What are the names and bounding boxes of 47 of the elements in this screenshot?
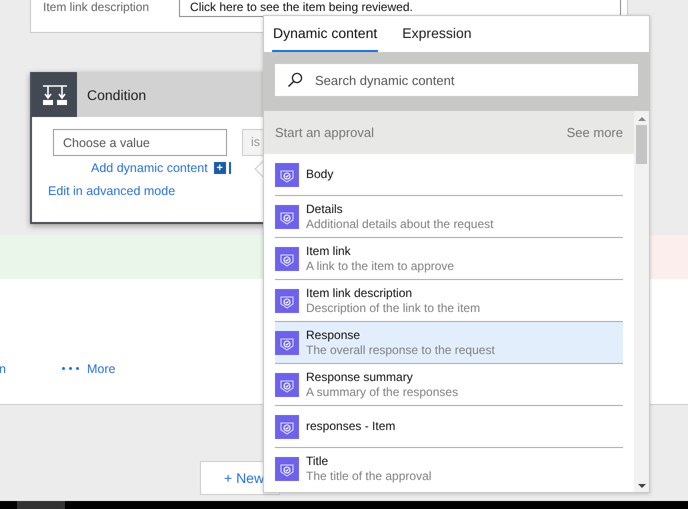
more-link[interactable]: More [86,362,116,376]
approval-icon [275,204,299,228]
status-band [650,235,688,279]
item-name: Title [306,454,330,468]
item-name: Body [306,167,334,182]
choose-value-field[interactable]: Choose a value [53,129,227,156]
add-dynamic-content-link[interactable]: Add dynamic content [91,161,208,175]
approval-icon [275,246,299,270]
dynamic-content-item[interactable]: Body [275,154,623,196]
approval-icon [275,372,299,396]
item-description: Additional details about the request [306,216,494,232]
dynamic-content-item[interactable]: responses - Item [275,406,623,448]
scroll-up-icon[interactable] [638,116,646,122]
taskbar-item[interactable] [17,501,65,509]
advanced-mode-link[interactable]: Edit in advanced mode [48,184,176,198]
scrollbar-thumb[interactable] [636,125,647,164]
item-name: Item link description [306,286,414,300]
item-name: Response summary [306,370,414,384]
more-icon [62,367,79,370]
condition-title: Condition [87,86,146,102]
dynamic-content-item[interactable]: Item link A link to the item to approve [275,238,623,280]
item-name: responses - Item [306,419,396,434]
item-description: The overall response to the request [306,342,495,358]
add-button[interactable]: + [214,162,229,174]
dynamic-content-item[interactable]: Details Additional details about the request [275,196,623,238]
item-description: The title of the approval [306,468,432,484]
item-name: Item link [306,244,352,258]
action-link[interactable]: n [0,362,6,376]
tab[interactable]: Expression [401,16,473,52]
approval-icon [275,414,299,438]
item-name: Response [306,328,362,342]
item-description: A link to the item to approve [306,258,454,274]
field-label: Item link description [43,0,150,14]
scroll-down-icon[interactable] [638,483,646,489]
item-description: Description of the link to the item [306,300,480,316]
item-description: A summary of the responses [306,384,458,400]
approval-icon [275,288,299,312]
approval-icon [275,330,299,354]
search-box[interactable]: Search dynamic content [275,64,638,96]
scrollbar[interactable] [634,111,649,492]
search-icon [287,72,303,88]
approval-icon [275,162,299,186]
dynamic-content-item[interactable]: Response summary A summary of the responses [275,364,623,406]
see-more-link[interactable]: See more [566,125,623,140]
approval-icon [275,456,299,480]
item-name: Details [306,202,344,216]
dynamic-content-item[interactable]: Response The overall response to the request [275,322,623,364]
